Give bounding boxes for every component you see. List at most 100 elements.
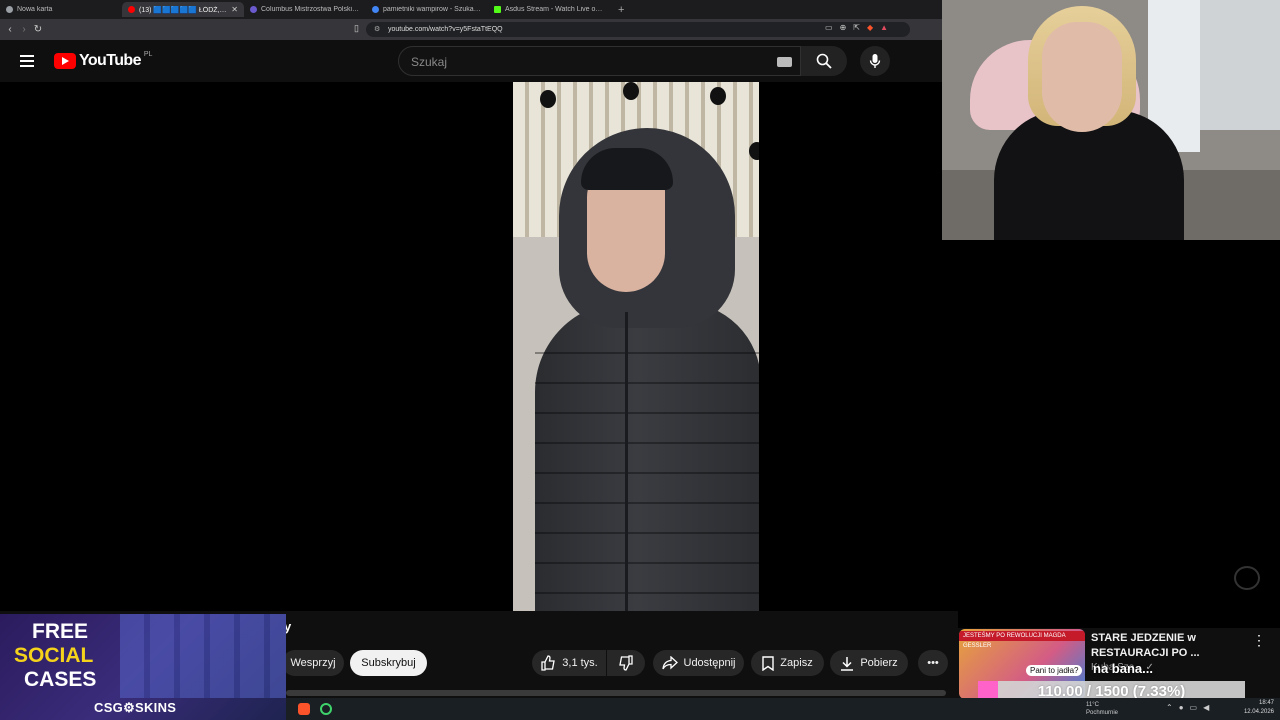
microphone-icon: [869, 54, 881, 68]
more-actions-button[interactable]: •••: [918, 650, 948, 676]
subscribe-label: Subskrybuj: [361, 657, 416, 669]
cast-icon[interactable]: ▭: [825, 23, 833, 32]
youtube-logo[interactable]: YouTube PL: [54, 50, 153, 70]
weather-widget[interactable]: 11°C Pochmurnie: [1086, 701, 1118, 717]
browser-tab-active[interactable]: (13) 🟦🟦🟦🟦🟦 ŁÓDŹ, Arkadiu ✕: [122, 2, 244, 17]
thumbs-up-icon: [541, 655, 556, 671]
browser-tab-bar: Nowa karta (13) 🟦🟦🟦🟦🟦 ŁÓDŹ, Arkadiu ✕ Co…: [0, 0, 942, 19]
volume-icon[interactable]: ◀: [1203, 703, 1209, 712]
search-icon: [816, 53, 832, 69]
video-frame: [513, 82, 759, 611]
person-cap: [581, 148, 673, 190]
share-label: Udostępnij: [683, 657, 736, 669]
support-label: Wesprzyj: [290, 657, 336, 669]
sponsor-banner: FREE SOCIAL CASES CSG⚙SKINS: [0, 614, 286, 720]
more-icon: •••: [927, 657, 939, 669]
site-info-icon[interactable]: ⚙: [374, 25, 380, 33]
youtube-play-icon: [54, 53, 76, 69]
streamer-hair: [1028, 6, 1136, 132]
tab-label: Nowa karta: [17, 6, 53, 13]
horizontal-scrollbar[interactable]: [286, 690, 946, 696]
browser-tab[interactable]: Asdus Stream - Watch Live on Kick: [488, 2, 610, 17]
chat-overlay-text: na bana...: [1093, 661, 1153, 676]
zoom-icon[interactable]: ⊕: [840, 23, 847, 32]
wall-hole: [623, 82, 639, 100]
rewards-icon[interactable]: ▲: [880, 23, 888, 32]
support-button[interactable]: Wesprzyj: [282, 650, 344, 676]
google-favicon-icon: [372, 6, 379, 13]
new-tab-button[interactable]: +: [610, 4, 632, 16]
youtube-favicon-icon: [128, 6, 135, 13]
weather-temperature: 11°C: [1086, 702, 1099, 708]
whiteboard-right: [1200, 0, 1280, 130]
obs-icon[interactable]: [320, 703, 332, 715]
wall-hole: [710, 87, 726, 105]
browser-toolbar: ‹ › ↻ ▯ ⚙ youtube.com/watch?v=y5FstaTtEQ…: [0, 19, 942, 40]
dislike-button[interactable]: [607, 650, 645, 676]
network-icon[interactable]: ▭: [1190, 703, 1198, 712]
jacket-zipper: [625, 312, 628, 611]
tab-label: (13) 🟦🟦🟦🟦🟦 ŁÓDŹ, Arkadiu: [139, 6, 227, 14]
browser-action-icons: ▭ ⊕ ⇱ ◆ ▲: [825, 23, 888, 32]
search-input[interactable]: Szukaj: [398, 46, 801, 76]
thumbnail-banner: JESTEŚMY PO REWOLUCJI MAGDA GESSLER: [959, 631, 1085, 649]
save-label: Zapisz: [780, 657, 813, 669]
recommended-title[interactable]: STARE JEDZENIE w RESTAURACJI PO ...: [1091, 631, 1251, 661]
sponsor-brand-logo: CSG⚙SKINS: [94, 700, 177, 715]
browser-tab[interactable]: pamietniki wampirow - Szukaj w Go: [366, 2, 488, 17]
recommended-more-icon[interactable]: ⋮: [1252, 632, 1266, 649]
bookmark-icon[interactable]: ▯: [354, 23, 359, 34]
subscribe-button[interactable]: Subskrybuj: [350, 650, 427, 676]
menu-icon[interactable]: [20, 55, 34, 67]
tab-favicon-icon: [6, 6, 13, 13]
download-button[interactable]: Pobierz: [830, 650, 908, 676]
forward-icon[interactable]: ›: [17, 24, 31, 35]
voice-search-button[interactable]: [860, 46, 890, 76]
browser-tab[interactable]: Nowa karta: [0, 2, 122, 17]
share-button[interactable]: Udostępnij: [653, 650, 744, 676]
banner-line-social: SOCIAL: [14, 644, 94, 667]
download-icon: [841, 656, 854, 671]
wall-hole: [749, 142, 759, 160]
tab-favicon-icon: [250, 6, 257, 13]
video-player[interactable]: [0, 82, 942, 611]
microphone-tray-icon[interactable]: ●: [1179, 703, 1184, 712]
thumbs-down-icon: [619, 655, 633, 671]
screen: Nowa karta (13) 🟦🟦🟦🟦🟦 ŁÓDŹ, Arkadiu ✕ Co…: [0, 0, 1280, 720]
person-jacket: [535, 302, 759, 611]
browser-tab[interactable]: Columbus Mistrzostwa Polski Amato: [244, 2, 366, 17]
banner-decoration: [120, 614, 286, 698]
like-button[interactable]: 3,1 tys.: [532, 650, 606, 676]
search-button[interactable]: [801, 46, 847, 76]
keyboard-icon[interactable]: [777, 57, 792, 67]
weather-condition: Pochmurnie: [1086, 710, 1119, 716]
wall-hole: [540, 90, 556, 108]
search-placeholder: Szukaj: [411, 55, 448, 69]
reload-icon[interactable]: ↻: [31, 24, 45, 35]
thumbnail-speech-bubble: Pani to jadła?: [1026, 665, 1083, 676]
tab-label: Asdus Stream - Watch Live on Kick: [505, 6, 604, 13]
tab-label: Columbus Mistrzostwa Polski Amato: [261, 6, 360, 13]
brave-shield-icon[interactable]: ◆: [867, 23, 873, 32]
close-tab-icon[interactable]: ✕: [231, 5, 238, 14]
youtube-header: YouTube PL Szukaj: [0, 40, 942, 82]
download-label: Pobierz: [860, 657, 898, 669]
windows-taskbar: 11°C Pochmurnie ⌃ ● ▭ ◀ 18:47 12.04.2026: [286, 698, 1280, 720]
bookmark-save-icon: [762, 655, 774, 671]
brave-browser-icon[interactable]: [298, 703, 310, 715]
country-code: PL: [143, 50, 153, 58]
tray-chevron-icon[interactable]: ⌃: [1166, 703, 1173, 712]
banner-line-free: FREE: [32, 620, 89, 643]
kick-favicon-icon: [494, 6, 501, 13]
tab-label: pamietniki wampirow - Szukaj w Go: [383, 6, 482, 13]
streamer-webcam: [942, 0, 1280, 240]
clock-time: 18:47: [1258, 700, 1274, 706]
back-icon[interactable]: ‹: [3, 24, 17, 35]
clock-date: 12.04.2026: [1243, 709, 1274, 715]
system-tray: ⌃ ● ▭ ◀: [1166, 703, 1209, 712]
stream-watermark-logo: [1234, 566, 1260, 590]
save-button[interactable]: Zapisz: [751, 650, 824, 676]
clock[interactable]: 18:47 12.04.2026: [1244, 699, 1274, 717]
url-text: youtube.com/watch?v=y5FstaTtEQQ: [388, 26, 503, 33]
share-icon[interactable]: ⇱: [853, 23, 860, 32]
